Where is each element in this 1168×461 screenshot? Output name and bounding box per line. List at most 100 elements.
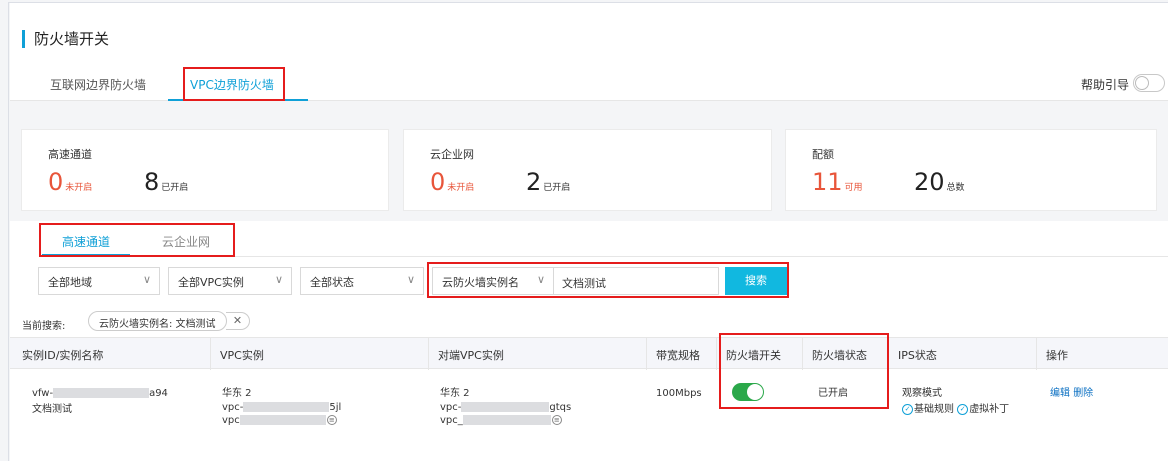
column-divider	[646, 338, 647, 370]
card-label: 配额	[812, 148, 834, 161]
redacted-mask	[462, 415, 551, 425]
close-icon[interactable]: ✕	[226, 312, 250, 330]
stat-unit: 未开启	[447, 183, 475, 193]
column-header: VPC实例	[220, 349, 264, 362]
subtab-cen[interactable]: 云企业网	[162, 233, 210, 250]
region-select[interactable]: 全部地域 ∨	[38, 267, 160, 295]
stat-disabled: 0 未开启	[430, 168, 474, 196]
help-guide-toggle[interactable]	[1133, 74, 1165, 92]
subtab-divider	[40, 256, 1168, 257]
subtab-express-connect[interactable]: 高速通道	[62, 233, 110, 250]
vpc-instance-select[interactable]: 全部VPC实例 ∨	[168, 267, 292, 295]
page-frame: 防火墙开关 互联网边界防火墙 VPC边界防火墙 帮助引导 高速通道 0 未开启 8…	[8, 2, 1168, 461]
peer-vpc-region: 华东 2	[440, 388, 470, 399]
tab-internet-firewall[interactable]: 互联网边界防火墙	[50, 76, 146, 93]
toggle-knob	[747, 384, 763, 400]
search-field-select[interactable]: 云防火墙实例名 ∨	[432, 267, 554, 295]
column-header: 防火墙开关	[726, 349, 781, 362]
stat-available: 11 可用	[812, 168, 863, 196]
stat-unit: 总数	[946, 183, 965, 193]
delete-link[interactable]: 删除	[1073, 388, 1093, 399]
stat-value: 8	[144, 168, 160, 196]
status-select-value: 全部状态	[310, 276, 354, 289]
column-header: 带宽规格	[656, 349, 700, 362]
instance-name: 文档测试	[32, 404, 72, 415]
card-express-connect: 高速通道 0 未开启 8 已开启	[21, 129, 389, 211]
stat-total: 20 总数	[914, 168, 965, 196]
firewall-switch-toggle[interactable]	[732, 383, 764, 401]
vpc-instance-select-value: 全部VPC实例	[178, 276, 244, 289]
tab-vpc-firewall[interactable]: VPC边界防火墙	[190, 76, 274, 93]
firewall-status: 已开启	[818, 388, 848, 399]
instances-panel: 高速通道 云企业网 全部地域 ∨ 全部VPC实例 ∨ 全部状态 ∨ 云防火墙实例…	[10, 221, 1168, 461]
title-bar: 防火墙开关	[10, 3, 1168, 67]
list-icon[interactable]: ≡	[551, 415, 562, 425]
stat-unit: 可用	[844, 183, 863, 193]
chevron-down-icon: ∨	[536, 273, 545, 286]
stat-unit: 已开启	[161, 183, 189, 193]
ips-rules: ✓ 基础规则 ✓ 虚拟补丁	[902, 403, 1009, 417]
search-input[interactable]: 文档测试	[553, 267, 719, 295]
chevron-down-icon: ∨	[406, 273, 415, 286]
redacted-mask	[53, 388, 150, 398]
peer-vpc-id: vpc-gtqs	[440, 401, 571, 415]
redacted-mask	[461, 402, 550, 412]
redacted-mask	[243, 402, 330, 412]
list-icon[interactable]: ≡	[326, 415, 337, 425]
instance-id-cell: vfw-a94	[32, 387, 168, 401]
vpc-id-secondary: vpc ≡	[222, 414, 337, 428]
current-search-label: 当前搜索:	[22, 321, 66, 332]
vpc-id2-prefix: vpc	[222, 415, 240, 426]
column-header: 对端VPC实例	[438, 349, 504, 362]
stat-value: 11	[812, 168, 843, 196]
ips-basic-rules: 基础规则	[914, 404, 954, 415]
region-select-value: 全部地域	[48, 276, 92, 289]
stat-unit: 已开启	[543, 183, 571, 193]
redacted-mask	[239, 415, 326, 425]
chevron-down-icon: ∨	[274, 273, 283, 286]
vpc-region: 华东 2	[222, 388, 252, 399]
column-divider	[1036, 338, 1037, 370]
vpc-id-suffix: 5jl	[329, 402, 342, 413]
peer-id-suffix: gtqs	[549, 402, 572, 413]
stat-disabled: 0 未开启	[48, 168, 92, 196]
search-chip: 云防火墙实例名: 文档测试	[88, 311, 227, 331]
check-circle-icon: ✓	[902, 403, 913, 415]
column-divider	[716, 338, 717, 370]
column-divider	[802, 338, 803, 370]
stat-value: 2	[526, 168, 542, 196]
column-header: IPS状态	[898, 349, 937, 362]
column-divider	[210, 338, 211, 370]
peer-id2-prefix: vpc_	[440, 415, 463, 426]
bandwidth: 100Mbps	[656, 388, 702, 399]
ips-virtual-patch: 虚拟补丁	[969, 404, 1010, 415]
top-tabs: 互联网边界防火墙 VPC边界防火墙 帮助引导	[10, 67, 1168, 101]
ips-mode: 观察模式	[902, 388, 942, 399]
stat-value: 0	[430, 168, 446, 196]
status-select[interactable]: 全部状态 ∨	[300, 267, 424, 295]
row-actions: 编辑 删除	[1050, 387, 1093, 401]
column-header: 操作	[1046, 349, 1068, 362]
column-divider	[428, 338, 429, 370]
card-quota: 配额 11 可用 20 总数	[785, 129, 1157, 211]
peer-vpc-id-secondary: vpc_ ≡	[440, 414, 562, 428]
card-cen: 云企业网 0 未开启 2 已开启	[403, 129, 772, 211]
table-row: vfw-a94 文档测试 华东 2 vpc- 5jl vpc ≡ 华东 2 vpc-…	[10, 369, 1168, 431]
chevron-down-icon: ∨	[142, 273, 151, 286]
title-accent-bar	[22, 30, 25, 48]
vpc-id: vpc- 5jl	[222, 401, 341, 415]
page-title: 防火墙开关	[34, 30, 110, 48]
stat-value: 0	[48, 168, 64, 196]
column-header: 防火墙状态	[812, 349, 867, 362]
vpc-id-prefix: vpc-	[222, 402, 244, 413]
table-header: 实例ID/实例名称 VPC实例 对端VPC实例 带宽规格 防火墙开关 防火墙状态…	[10, 337, 1168, 370]
peer-id-prefix: vpc-	[440, 402, 462, 413]
search-field-select-value: 云防火墙实例名	[442, 276, 519, 289]
edit-link[interactable]: 编辑	[1050, 388, 1070, 399]
instance-id-prefix: vfw-	[32, 388, 54, 399]
instance-id-suffix: a94	[149, 388, 168, 399]
check-circle-icon: ✓	[957, 403, 969, 415]
search-button[interactable]: 搜索	[725, 267, 787, 295]
card-label: 云企业网	[430, 148, 474, 161]
stat-enabled: 2 已开启	[526, 168, 570, 196]
